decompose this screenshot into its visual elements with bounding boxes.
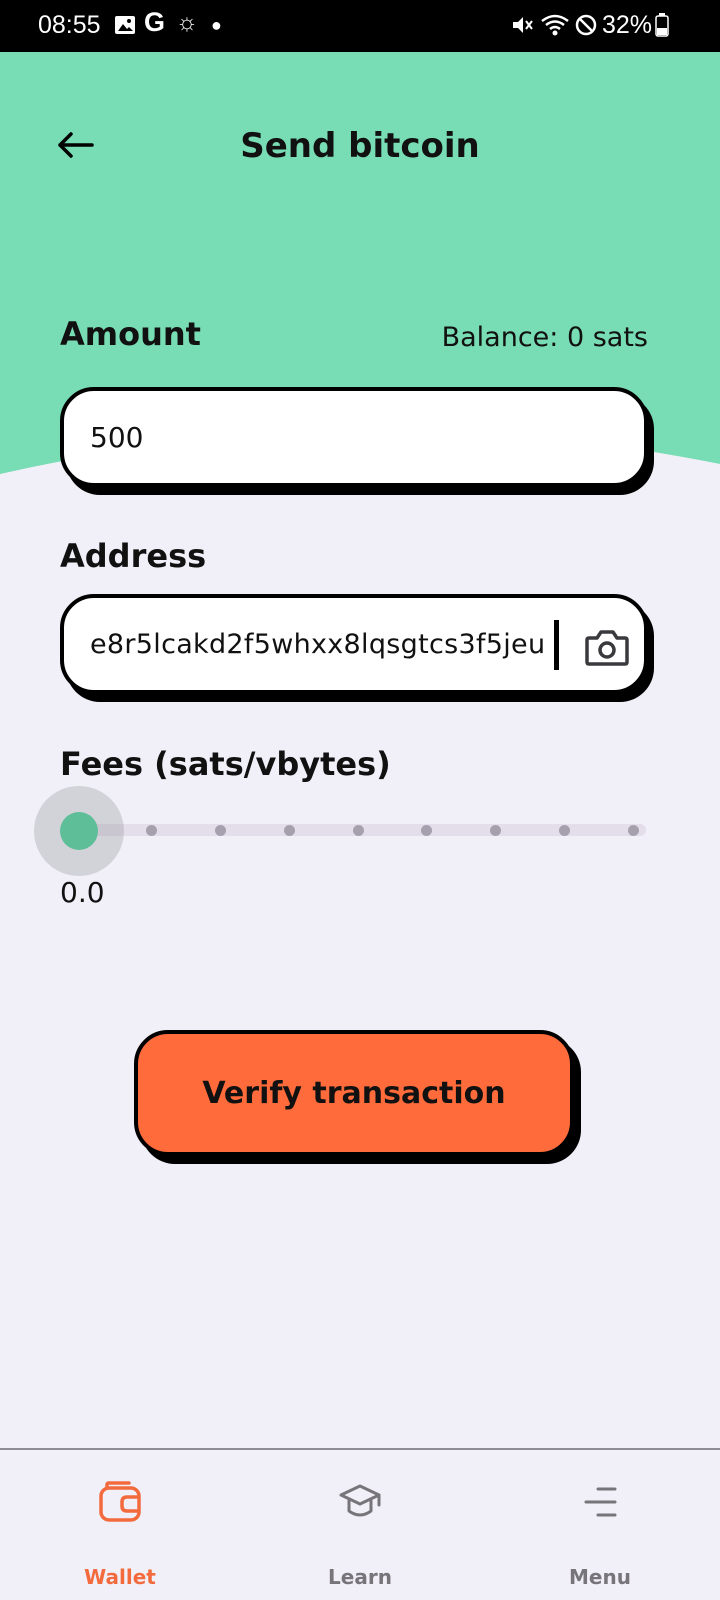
slider-tick bbox=[214, 825, 226, 836]
slider-tick bbox=[352, 825, 364, 836]
fee-slider[interactable] bbox=[34, 786, 660, 876]
battery-percentage: 32% bbox=[602, 11, 653, 39]
nav-label-learn: Learn bbox=[328, 1565, 392, 1589]
graduation-cap-icon bbox=[339, 1484, 381, 1517]
verify-transaction-label: Verify transaction bbox=[202, 1075, 506, 1111]
amount-input[interactable]: 500 bbox=[60, 387, 648, 487]
bottom-navigation: Wallet Learn Menu bbox=[0, 1448, 720, 1600]
address-label: Address bbox=[60, 537, 207, 575]
slider-tick bbox=[145, 825, 157, 836]
nav-item-learn[interactable]: Learn bbox=[240, 1450, 480, 1600]
more-notifications-icon: ● bbox=[211, 14, 222, 35]
battery-icon bbox=[655, 12, 669, 38]
camera-icon bbox=[585, 630, 629, 666]
slider-tick bbox=[283, 825, 295, 836]
status-time: 08:55 bbox=[38, 11, 101, 39]
slider-thumb[interactable] bbox=[60, 812, 98, 850]
slider-tick bbox=[628, 825, 639, 836]
nav-item-menu[interactable]: Menu bbox=[480, 1450, 720, 1600]
address-value: e8r5lcakd2f5whxx8lqsgtcs3f5jeu bbox=[90, 628, 546, 660]
menu-icon bbox=[584, 1487, 617, 1517]
balance-text: Balance: 0 sats bbox=[441, 322, 648, 353]
nav-label-menu: Menu bbox=[569, 1565, 631, 1589]
gallery-notification-icon bbox=[114, 12, 136, 38]
do-not-disturb-icon bbox=[574, 12, 598, 38]
google-notification-icon: G bbox=[144, 6, 166, 37]
nav-label-wallet: Wallet bbox=[84, 1565, 156, 1589]
amount-value: 500 bbox=[90, 420, 144, 454]
amount-label: Amount bbox=[60, 315, 201, 353]
fee-value: 0.0 bbox=[60, 876, 105, 909]
mute-icon bbox=[510, 12, 534, 38]
text-cursor bbox=[554, 620, 559, 670]
status-bar: 08:55 G ☼ ● 32% bbox=[0, 0, 720, 52]
brightness-icon: ☼ bbox=[176, 9, 198, 36]
wallet-icon bbox=[99, 1481, 141, 1522]
page-title: Send bitcoin bbox=[240, 126, 480, 166]
fees-label: Fees (sats/vbytes) bbox=[60, 745, 391, 783]
wifi-icon bbox=[540, 12, 570, 38]
nav-item-wallet[interactable]: Wallet bbox=[0, 1450, 240, 1600]
verify-transaction-button[interactable]: Verify transaction bbox=[134, 1030, 574, 1156]
address-input[interactable]: e8r5lcakd2f5whxx8lqsgtcs3f5jeu bbox=[60, 594, 648, 694]
scan-qr-button[interactable] bbox=[580, 626, 634, 670]
